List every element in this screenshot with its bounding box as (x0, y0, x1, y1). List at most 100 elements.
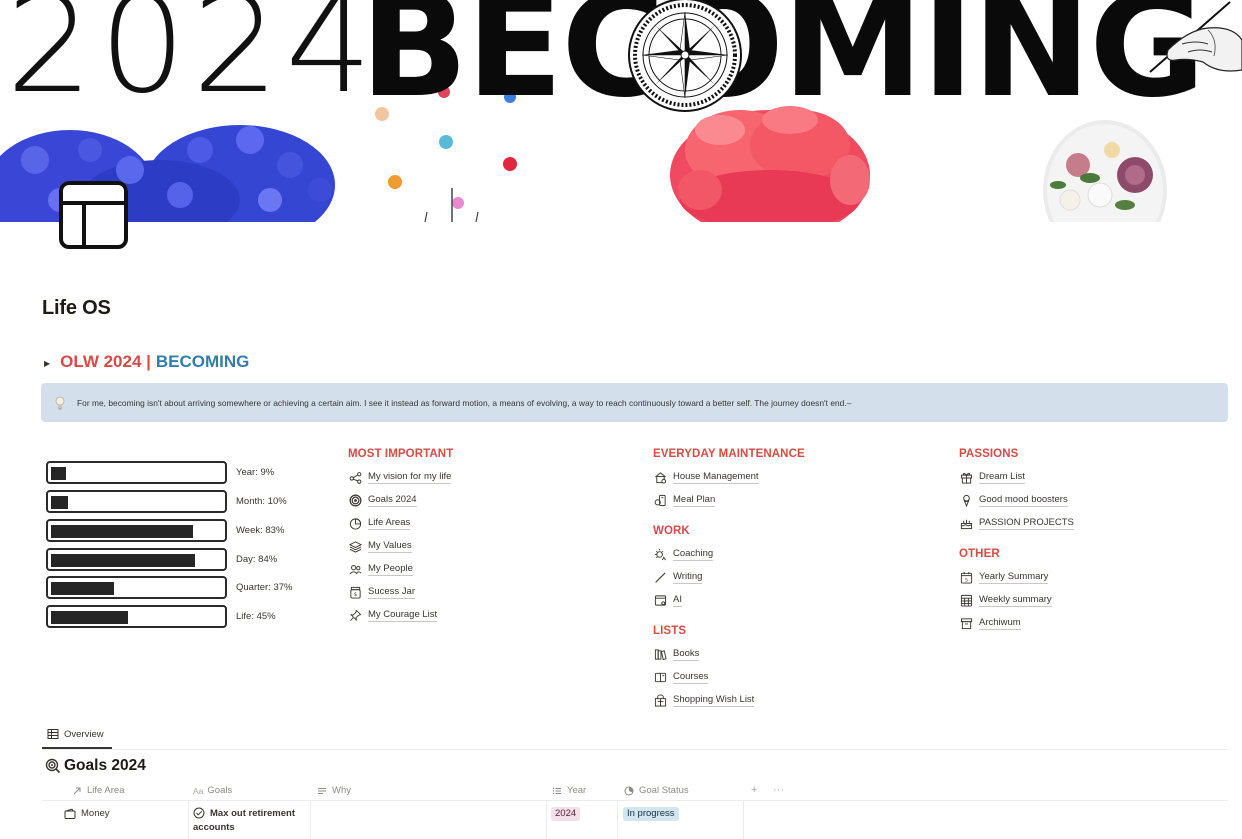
link-label[interactable]: Yearly Summary (979, 571, 1049, 584)
add-column-button[interactable]: + (751, 784, 757, 796)
column-header-life-area[interactable]: Life Area (72, 785, 125, 796)
progress-bar-frame (46, 576, 227, 599)
link-passion-projects[interactable]: PASSION PROJECTS (959, 512, 1074, 535)
callout-text: For me, becoming isn't about arriving so… (77, 397, 852, 408)
link-label[interactable]: Goals 2024 (368, 494, 417, 507)
stack-icon (348, 540, 362, 554)
link-life-areas[interactable]: Life Areas (348, 512, 453, 535)
browser-icon (653, 594, 667, 608)
ice-cream-icon (959, 494, 973, 508)
link-my-people[interactable]: My People (348, 558, 453, 581)
link-label[interactable]: Books (673, 648, 700, 661)
cake-icon (959, 517, 973, 531)
link-label[interactable]: Meal Plan (673, 494, 716, 507)
link-label[interactable]: Courses (673, 671, 709, 684)
link-label[interactable]: Sucess Jar (368, 586, 415, 599)
progress-label: Life: 45% (236, 611, 276, 622)
db-divider (42, 749, 1228, 750)
page-layout-icon[interactable] (59, 181, 128, 249)
link-my-courage-list[interactable]: My Courage List (348, 604, 453, 627)
check-circle-icon (193, 807, 205, 819)
svg-text:5: 5 (965, 578, 968, 584)
progress-label: Week: 83% (236, 525, 285, 536)
link-courses[interactable]: Courses (653, 666, 754, 689)
section-heading: LISTS (653, 625, 687, 637)
column-header-label: Goal Status (639, 785, 689, 796)
section-heading: MOST IMPORTANT (348, 448, 454, 460)
section-heading: PASSIONS (959, 448, 1019, 460)
link-label[interactable]: Dream List (979, 471, 1025, 484)
link-label[interactable]: Weekly summary (979, 594, 1052, 607)
target-icon (348, 494, 362, 508)
books-icon (653, 648, 667, 662)
link-label[interactable]: My vision for my life (368, 471, 452, 484)
database-title-text: Goals 2024 (64, 757, 146, 774)
link-label[interactable]: Archiwum (979, 617, 1021, 630)
link-shopping-wish-list[interactable]: Shopping Wish List (653, 689, 755, 712)
olw-toggle-heading[interactable]: ▶ OLW 2024 | BECOMING (44, 352, 249, 372)
progress-row-life: Life: 45% (46, 605, 346, 628)
progress-bar-fill (51, 525, 193, 538)
link-label[interactable]: My People (368, 563, 413, 576)
link-goals-2024[interactable]: Goals 2024 (348, 489, 453, 512)
link-label[interactable]: My Values (368, 540, 412, 553)
column-header-label: Year (567, 785, 587, 796)
link-label[interactable]: My Courage List (368, 609, 438, 622)
link-weekly-summary[interactable]: Weekly summary (959, 589, 1052, 612)
link-my-vision[interactable]: My vision for my life (348, 466, 453, 489)
link-label[interactable]: Shopping Wish List (673, 694, 755, 707)
link-yearly-summary[interactable]: 5 Yearly Summary (959, 566, 1052, 589)
cover-becoming-text: BECOMING (360, 0, 1206, 129)
cover-image: 2024 BECOMING (0, 0, 1242, 222)
link-archiwum[interactable]: Archiwum (959, 612, 1052, 635)
progress-label: Quarter: 37% (236, 582, 293, 593)
link-writing[interactable]: Writing (653, 566, 713, 589)
column-header-goals[interactable]: Aa Goals (193, 785, 232, 796)
progress-bar-frame (46, 490, 227, 513)
more-options-button[interactable]: ··· (773, 784, 784, 796)
link-ai[interactable]: AI (653, 589, 713, 612)
target-search-icon (45, 758, 61, 774)
cell-goal-status[interactable]: In progress (623, 807, 679, 822)
meal-icon (653, 494, 667, 508)
link-books[interactable]: Books (653, 643, 754, 666)
progress-label: Day: 84% (236, 554, 278, 565)
link-label[interactable]: PASSION PROJECTS (979, 517, 1074, 530)
link-house-management[interactable]: House Management (653, 466, 805, 489)
link-sucess-jar[interactable]: $ Sucess Jar (348, 581, 453, 604)
database-title[interactable]: Goals 2024 (45, 757, 146, 775)
link-meal-plan[interactable]: Meal Plan (653, 489, 805, 512)
link-my-values[interactable]: My Values (348, 535, 453, 558)
sun-person-icon (653, 548, 667, 562)
cell-life-area[interactable]: Money (64, 808, 110, 820)
progress-bar-frame (46, 605, 227, 628)
table-icon (47, 729, 59, 739)
link-coaching[interactable]: Coaching (653, 543, 714, 566)
status-tag: In progress (623, 807, 679, 822)
pen-icon (653, 571, 667, 585)
column-header-year[interactable]: Year (552, 785, 586, 796)
section-lists: LISTS Books Courses Shopping Wish List (653, 625, 755, 712)
progress-bar-fill (51, 554, 195, 567)
column-header-label: Why (332, 785, 351, 796)
link-label[interactable]: Good mood boosters (979, 494, 1068, 507)
layout-grid-icon (59, 181, 128, 249)
column-header-goal-status[interactable]: Goal Status (624, 785, 689, 796)
link-label[interactable]: Writing (673, 571, 703, 584)
section-heading: OTHER (959, 548, 1000, 560)
link-dream-list[interactable]: Dream List (959, 466, 1074, 489)
link-label[interactable]: House Management (673, 471, 759, 484)
link-label[interactable]: Coaching (673, 548, 714, 561)
toggle-triangle-icon[interactable]: ▶ (44, 359, 50, 368)
progress-row-week: Week: 83% (46, 519, 346, 542)
cell-year[interactable]: 2024 (551, 807, 581, 822)
progress-label: Year: 9% (236, 467, 275, 478)
link-label[interactable]: Life Areas (368, 517, 411, 530)
cell-goal[interactable]: Max out retirement accounts (193, 807, 295, 833)
column-header-why[interactable]: Why (317, 785, 351, 796)
link-good-mood-boosters[interactable]: Good mood boosters (959, 489, 1074, 512)
progress-bar-frame (46, 548, 227, 571)
view-tab-overview[interactable]: Overview (47, 728, 104, 740)
link-label[interactable]: AI (673, 594, 682, 607)
cover-year-text: 2024 (6, 0, 379, 123)
